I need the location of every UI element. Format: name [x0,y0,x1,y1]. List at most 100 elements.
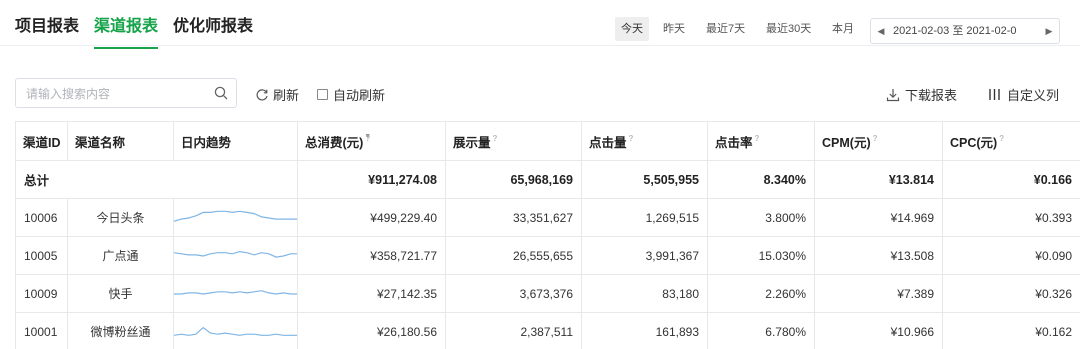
total-label: 总计 [15,160,298,199]
cell-cpc: ¥0.090 [942,236,1080,275]
search-box [15,78,237,108]
trend-line [174,210,297,222]
cell-impressions: 33,351,627 [445,198,582,237]
auto-refresh-toggle[interactable]: 自动刷新 [317,85,385,104]
col-header-cpm[interactable]: CPM(元)? [814,121,943,161]
total-row: 总计 ¥911,274.08 65,968,169 5,505,955 8.34… [15,160,1080,199]
cell-channel-id: 10009 [15,274,68,313]
cell-ctr: 2.260% [707,274,815,313]
toolbar: 刷新 自动刷新 下载报表 自定义列 [0,72,1080,114]
total-clicks: 5,505,955 [581,160,708,199]
cell-channel-id: 10001 [15,312,68,349]
total-cpc: ¥0.166 [942,160,1080,199]
cell-trend [173,274,298,313]
refresh-label: 刷新 [273,88,300,103]
col-header-clicks[interactable]: 点击量? [581,121,708,161]
cell-trend [173,312,298,349]
trend-sparkline [174,326,297,336]
tab-channel-report[interactable]: 渠道报表 [94,12,159,49]
total-cpm: ¥13.814 [814,160,943,199]
date-tab-last30[interactable]: 最近30天 [760,17,817,41]
cell-cpc: ¥0.326 [942,274,1080,313]
trend-line [174,250,297,258]
search-icon[interactable] [214,86,228,100]
cell-channel-name: 广点通 [67,236,174,275]
cell-ctr: 3.800% [707,198,815,237]
trend-sparkline [174,289,297,295]
refresh-button[interactable]: 刷新 [255,85,299,104]
help-icon[interactable]: ? [873,134,878,143]
auto-refresh-label: 自动刷新 [333,88,386,103]
table-header-row: 渠道ID 渠道名称 日内趋势 总消费(元) ?▼ 展示量? 点击量? 点击率? C… [15,121,1080,161]
top-bar: 项目报表 渠道报表 优化师报表 今天 昨天 最近7天 最近30天 本月 ◀ 20… [0,0,1080,49]
date-range-text: 2021-02-03 至 2021-02-0 [893,25,1017,37]
cell-spend: ¥27,142.35 [297,274,446,313]
col-header-spend[interactable]: 总消费(元) ?▼ [297,121,446,161]
cell-cpm: ¥10.966 [814,312,943,349]
help-icon[interactable]: ? [999,134,1004,143]
download-report-button[interactable]: 下载报表 [886,85,957,104]
sort-desc-icon[interactable]: ▼ [364,133,371,140]
total-ctr: 8.340% [707,160,815,199]
col-header-trend: 日内趋势 [173,121,298,161]
table-row[interactable]: 10006 今日头条 ¥499,229.40 33,351,627 1,269,515 3… [15,198,1080,237]
cell-cpm: ¥14.969 [814,198,943,237]
channel-report-table: 渠道ID 渠道名称 日内趋势 总消费(元) ?▼ 展示量? 点击量? 点击率? C… [15,121,1080,349]
date-tab-yesterday[interactable]: 昨天 [657,17,691,41]
custom-columns-button[interactable]: 自定义列 [988,85,1059,104]
cell-channel-name: 微博粉丝通 [67,312,174,349]
total-impressions: 65,968,169 [445,160,582,199]
cell-clicks: 161,893 [581,312,708,349]
help-icon[interactable]: ? [629,134,634,143]
date-tab-today[interactable]: 今天 [615,17,649,41]
cell-spend: ¥499,229.40 [297,198,446,237]
cell-trend [173,236,298,275]
col-header-channel-name[interactable]: 渠道名称 [67,121,174,161]
cell-impressions: 26,555,655 [445,236,582,275]
cell-impressions: 3,673,376 [445,274,582,313]
cell-clicks: 1,269,515 [581,198,708,237]
table-row[interactable]: 10005 广点通 ¥358,721.77 26,555,655 3,991,367 15… [15,236,1080,275]
cell-spend: ¥26,180.56 [297,312,446,349]
cell-channel-id: 10006 [15,198,68,237]
cell-clicks: 83,180 [581,274,708,313]
trend-sparkline [174,250,297,258]
col-header-impressions[interactable]: 展示量? [445,121,582,161]
col-header-ctr[interactable]: 点击率? [707,121,815,161]
cell-impressions: 2,387,511 [445,312,582,349]
cell-trend [173,198,298,237]
help-icon[interactable]: ? [493,134,498,143]
custom-columns-label: 自定义列 [1007,88,1060,103]
date-tab-last7[interactable]: 最近7天 [700,17,751,41]
cell-ctr: 15.030% [707,236,815,275]
table-row[interactable]: 10001 微博粉丝通 ¥26,180.56 2,387,511 161,893 6.78… [15,312,1080,349]
columns-icon [989,89,1000,100]
date-range-picker[interactable]: ◀ 2021-02-03 至 2021-02-0 ▶ [870,18,1060,44]
chevron-right-icon[interactable]: ▶ [1042,19,1056,43]
download-label: 下载报表 [905,88,958,103]
cell-clicks: 3,991,367 [581,236,708,275]
download-icon [886,88,900,101]
refresh-icon [256,88,268,100]
auto-refresh-checkbox[interactable] [317,89,328,100]
cell-ctr: 6.780% [707,312,815,349]
table-row[interactable]: 10009 快手 ¥27,142.35 3,673,376 83,180 2.260% ¥7… [15,274,1080,313]
col-header-channel-id[interactable]: 渠道ID [15,121,68,161]
total-spend: ¥911,274.08 [297,160,446,199]
trend-line [174,326,297,336]
cell-cpm: ¥7.389 [814,274,943,313]
help-icon[interactable]: ? [755,134,760,143]
trend-line [174,289,297,295]
date-tab-month[interactable]: 本月 [826,17,860,41]
cell-cpc: ¥0.393 [942,198,1080,237]
cell-channel-name: 快手 [67,274,174,313]
cell-channel-id: 10005 [15,236,68,275]
tab-project-report[interactable]: 项目报表 [15,12,79,36]
col-header-cpc[interactable]: CPC(元)? [942,121,1080,161]
chevron-left-icon[interactable]: ◀ [874,19,888,43]
cell-cpm: ¥13.508 [814,236,943,275]
cell-cpc: ¥0.162 [942,312,1080,349]
search-input[interactable] [26,85,206,102]
cell-spend: ¥358,721.77 [297,236,446,275]
tab-optimizer-report[interactable]: 优化师报表 [173,12,253,36]
